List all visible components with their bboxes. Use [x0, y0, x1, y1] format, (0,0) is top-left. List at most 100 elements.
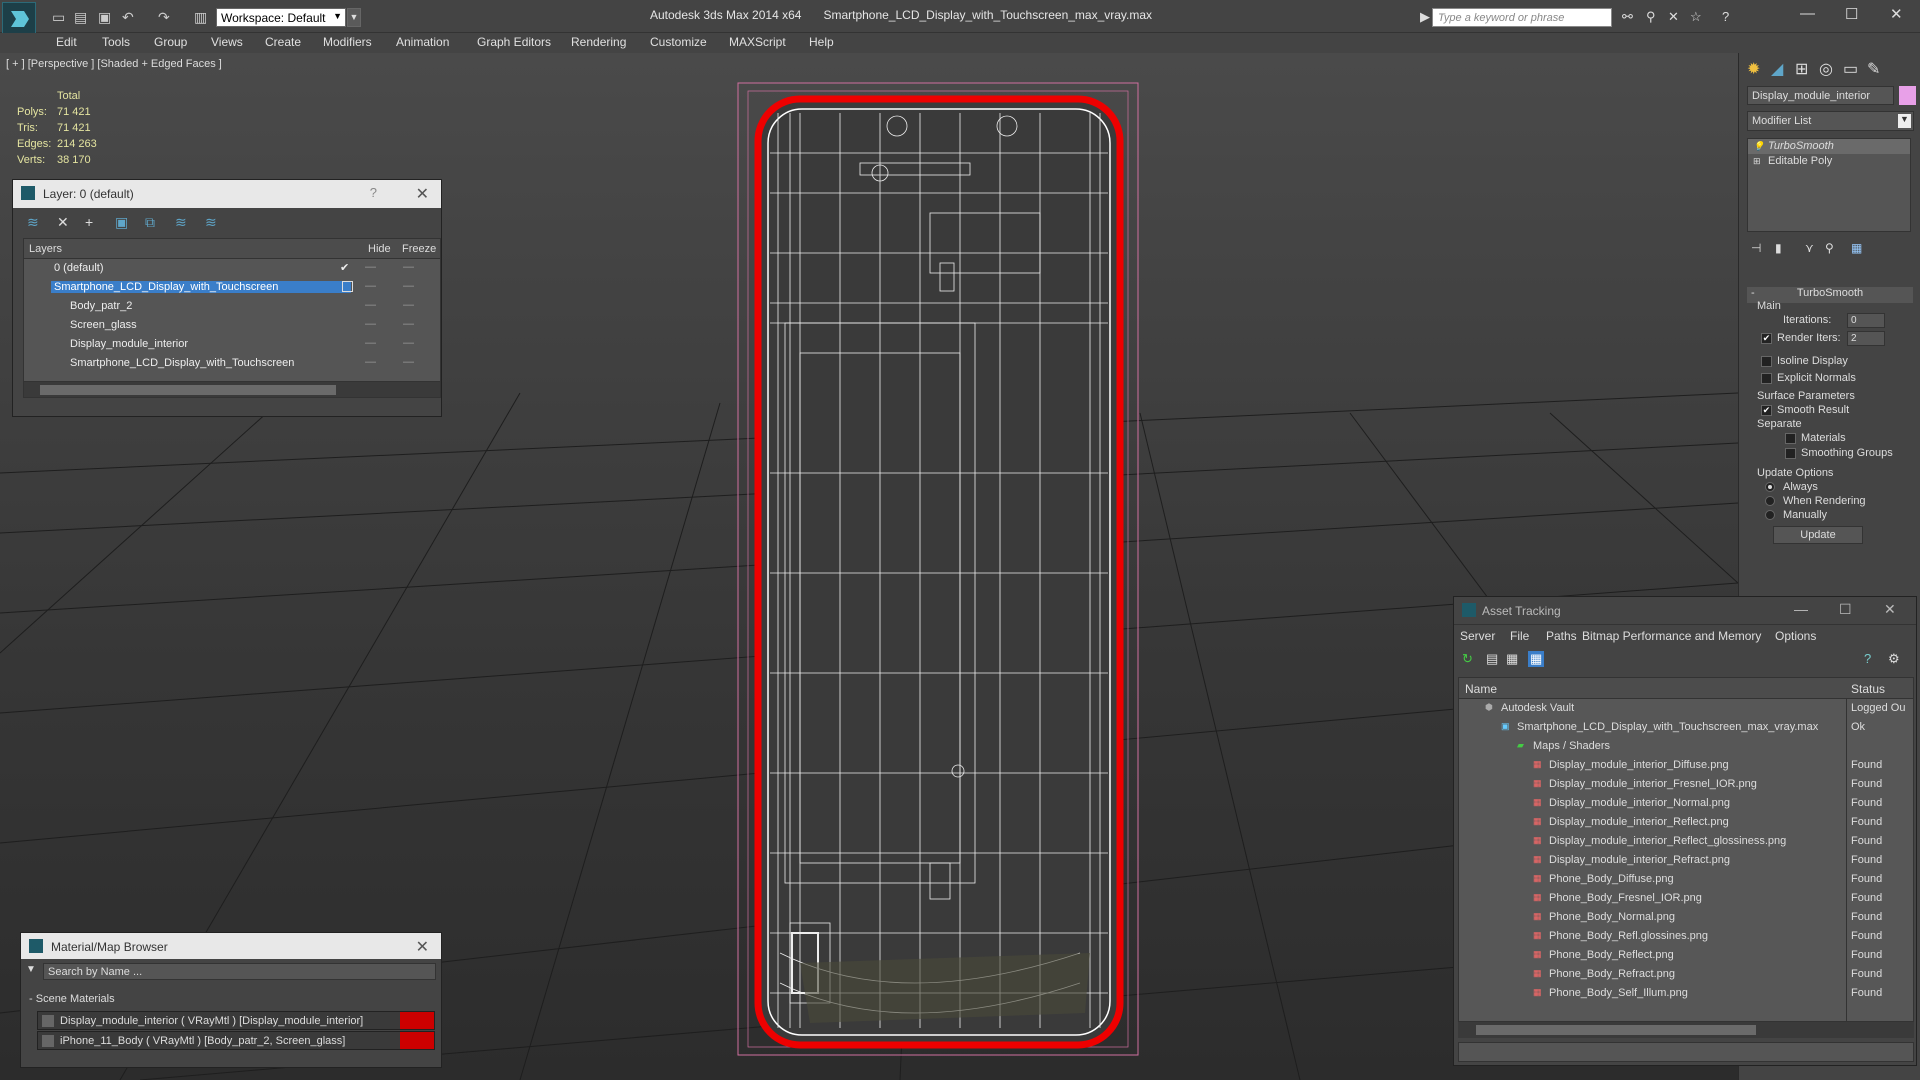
- hide-toggle[interactable]: —: [365, 356, 376, 368]
- scene-materials-group[interactable]: - Scene Materials: [29, 993, 115, 1005]
- hide-toggle[interactable]: —: [365, 280, 376, 292]
- list-view-icon[interactable]: ▤: [1486, 651, 1498, 667]
- show-end-result-icon[interactable]: ▮: [1775, 241, 1782, 255]
- freeze-toggle[interactable]: —: [403, 337, 414, 349]
- freeze-toggle[interactable]: —: [403, 280, 414, 292]
- horizontal-scrollbar[interactable]: [24, 381, 440, 397]
- menu-graph-editors[interactable]: Graph Editors: [477, 35, 551, 49]
- menu-views[interactable]: Views: [211, 35, 243, 49]
- close-icon[interactable]: ✕: [416, 937, 429, 957]
- highlight-layer-icon[interactable]: ⧉: [145, 214, 155, 231]
- undo-icon[interactable]: ↶: [122, 9, 134, 26]
- menu-customize[interactable]: Customize: [650, 35, 707, 49]
- hierarchy-tab-icon[interactable]: ⊞: [1795, 59, 1808, 79]
- material-item[interactable]: Display_module_interior ( VRayMtl ) [Dis…: [37, 1011, 435, 1030]
- asset-row[interactable]: ▦ Display_module_interior_Refract.png Foun…: [1459, 851, 1913, 870]
- column-freeze[interactable]: Freeze: [402, 243, 436, 255]
- stack-item-turbosmooth[interactable]: 💡 TurboSmooth: [1748, 139, 1910, 154]
- menu-help[interactable]: Help: [809, 35, 834, 49]
- always-radio[interactable]: [1765, 482, 1775, 492]
- redo-icon[interactable]: ↷: [158, 9, 170, 26]
- hide-toggle[interactable]: —: [365, 318, 376, 330]
- asset-row[interactable]: ▦ Phone_Body_Self_Illum.png Found: [1459, 984, 1913, 1003]
- layer-row[interactable]: 0 (default) ✔ — —: [24, 259, 440, 278]
- update-button[interactable]: Update: [1773, 526, 1863, 544]
- smoothing-groups-checkbox[interactable]: [1785, 448, 1796, 459]
- scrollbar-thumb[interactable]: [40, 385, 336, 395]
- create-layer-icon[interactable]: ≋: [27, 214, 39, 231]
- asset-row[interactable]: ▦ Phone_Body_Normal.png Found: [1459, 908, 1913, 927]
- minimize-icon[interactable]: —: [1794, 601, 1808, 617]
- layer-row[interactable]: Body_patr_2 — —: [24, 297, 440, 316]
- menu-options[interactable]: Options: [1775, 629, 1816, 643]
- pin-stack-icon[interactable]: ⊣: [1751, 241, 1761, 255]
- column-hide[interactable]: Hide: [368, 243, 391, 255]
- browser-options-icon[interactable]: ▼: [26, 964, 36, 975]
- asset-row[interactable]: ▦ Phone_Body_Reflect.png Found: [1459, 946, 1913, 965]
- project-folder-icon[interactable]: ▥: [194, 9, 207, 26]
- expand-icon[interactable]: ⊞: [1753, 156, 1761, 167]
- freeze-toggle[interactable]: —: [403, 299, 414, 311]
- hide-toggle[interactable]: —: [365, 299, 376, 311]
- freeze-toggle[interactable]: —: [403, 356, 414, 368]
- material-search-input[interactable]: Search by Name ...: [43, 963, 436, 980]
- save-icon[interactable]: ▣: [98, 9, 111, 26]
- settings-icon[interactable]: ⚙: [1888, 651, 1900, 667]
- asset-tracking-titlebar[interactable]: Asset Tracking — ☐ ✕: [1454, 597, 1916, 625]
- display-tab-icon[interactable]: ▭: [1843, 59, 1858, 79]
- smooth-result-checkbox[interactable]: ✔: [1761, 405, 1772, 416]
- isoline-checkbox[interactable]: [1761, 356, 1772, 367]
- app-menu-button[interactable]: [2, 2, 36, 35]
- object-name-field[interactable]: Display_module_interior: [1747, 86, 1894, 105]
- horizontal-scrollbar[interactable]: [1458, 1022, 1914, 1038]
- asset-row[interactable]: ▦ Phone_Body_Refl.glossines.png Found: [1459, 927, 1913, 946]
- menu-create[interactable]: Create: [265, 35, 301, 49]
- layer-row[interactable]: Screen_glass — —: [24, 316, 440, 335]
- asset-row[interactable]: ▣ Smartphone_LCD_Display_with_Touchscreen…: [1459, 718, 1913, 737]
- viewport-label[interactable]: [ + ] [Perspective ] [Shaded + Edged Fac…: [6, 58, 222, 70]
- close-icon[interactable]: ✕: [416, 184, 429, 204]
- layer-panel-titlebar[interactable]: Layer: 0 (default) ? ✕: [13, 180, 441, 208]
- menu-animation[interactable]: Animation: [396, 35, 449, 49]
- layer-row[interactable]: Smartphone_LCD_Display_with_Touchscreen …: [24, 354, 440, 373]
- freeze-toggle[interactable]: —: [403, 318, 414, 330]
- freeze-toggle[interactable]: —: [403, 261, 414, 273]
- new-file-icon[interactable]: ▭: [52, 9, 65, 26]
- menu-file[interactable]: File: [1510, 629, 1529, 643]
- expand-search-icon[interactable]: ▶: [1420, 9, 1430, 25]
- explicit-normals-checkbox[interactable]: [1761, 373, 1772, 384]
- current-layer-box[interactable]: [342, 281, 353, 292]
- asset-row[interactable]: ▦ Display_module_interior_Fresnel_IOR.png…: [1459, 775, 1913, 794]
- asset-row[interactable]: ▰ Maps / Shaders: [1459, 737, 1913, 756]
- close-icon[interactable]: ✕: [1890, 5, 1903, 23]
- workspace-dropdown[interactable]: Workspace: Default ▼: [216, 8, 346, 27]
- render-iters-spinner[interactable]: 2: [1847, 331, 1885, 346]
- material-item[interactable]: iPhone_11_Body ( VRayMtl ) [Body_patr_2,…: [37, 1031, 435, 1050]
- menu-edit[interactable]: Edit: [56, 35, 77, 49]
- table-view-icon[interactable]: ▦: [1506, 651, 1518, 667]
- scrollbar-thumb[interactable]: [1476, 1025, 1756, 1035]
- render-iters-checkbox[interactable]: ✔: [1761, 333, 1772, 344]
- menu-modifiers[interactable]: Modifiers: [323, 35, 372, 49]
- freeze-all-layers-icon[interactable]: ≋: [205, 214, 217, 231]
- column-name[interactable]: Name: [1465, 682, 1497, 696]
- materials-checkbox[interactable]: [1785, 433, 1796, 444]
- asset-path-field[interactable]: [1458, 1042, 1914, 1062]
- manually-radio[interactable]: [1765, 510, 1775, 520]
- make-unique-icon[interactable]: ⋎: [1805, 241, 1814, 255]
- stack-item-editable-poly[interactable]: ⊞ Editable Poly: [1748, 154, 1910, 169]
- column-layers[interactable]: Layers: [29, 243, 62, 255]
- asset-row[interactable]: ▦ Phone_Body_Diffuse.png Found: [1459, 870, 1913, 889]
- remove-modifier-icon[interactable]: ⚲: [1825, 241, 1834, 255]
- grid-view-icon[interactable]: ▦: [1528, 651, 1545, 667]
- minimize-icon[interactable]: —: [1800, 5, 1815, 22]
- iterations-spinner[interactable]: 0: [1847, 313, 1885, 328]
- lightbulb-icon[interactable]: 💡: [1753, 141, 1764, 152]
- menu-rendering[interactable]: Rendering: [571, 35, 626, 49]
- select-in-layer-icon[interactable]: ▣: [115, 214, 128, 231]
- binoculars-icon[interactable]: ⚯: [1622, 9, 1633, 25]
- modifier-list-dropdown[interactable]: Modifier List ▼: [1747, 111, 1914, 131]
- help-icon[interactable]: ?: [370, 185, 377, 200]
- add-to-layer-icon[interactable]: +: [85, 214, 93, 230]
- configure-sets-icon[interactable]: ▦: [1851, 241, 1862, 255]
